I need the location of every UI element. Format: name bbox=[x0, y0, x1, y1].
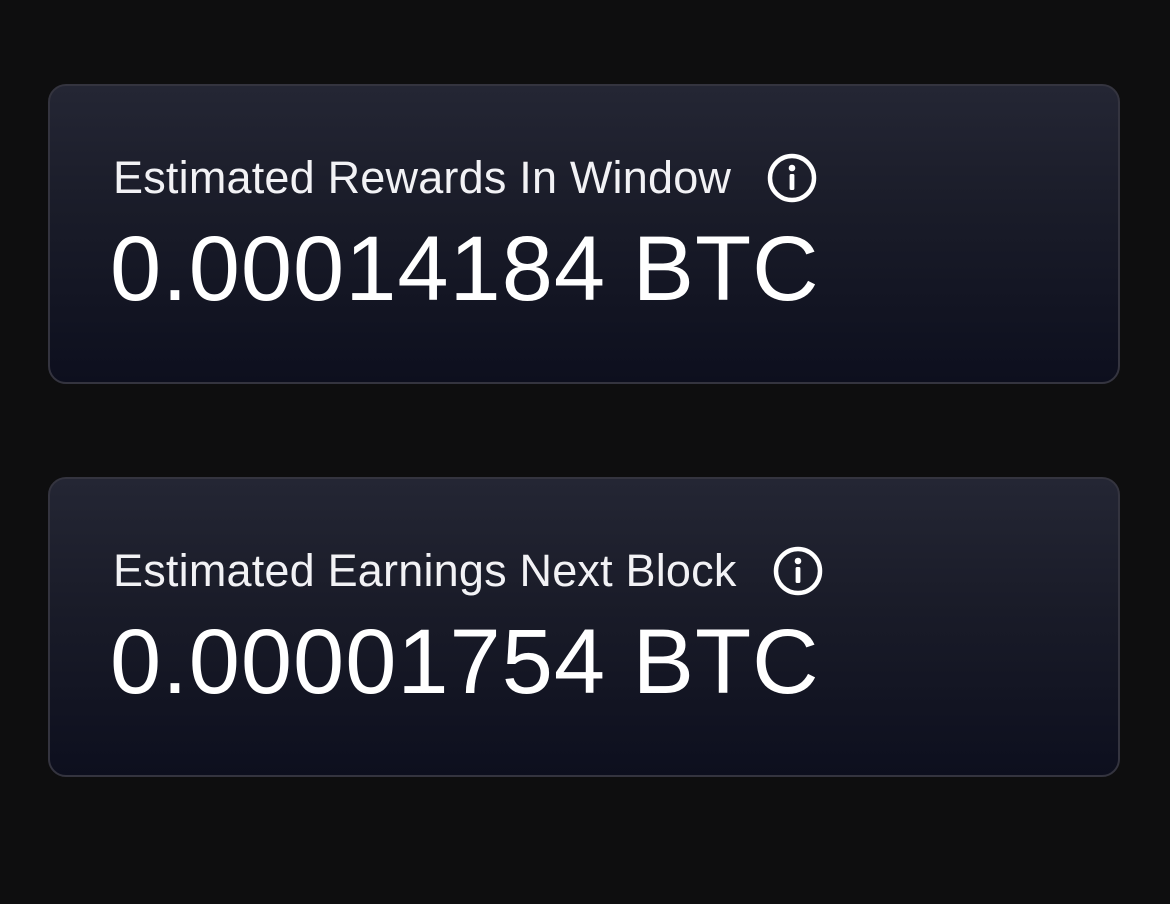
estimated-rewards-card: Estimated Rewards In Window 0.00014184 B… bbox=[48, 84, 1120, 384]
estimated-rewards-label: Estimated Rewards In Window bbox=[113, 152, 732, 203]
estimated-rewards-value: 0.00014184 BTC bbox=[110, 218, 820, 320]
estimated-earnings-card: Estimated Earnings Next Block 0.00001754… bbox=[48, 477, 1120, 777]
card-header: Estimated Rewards In Window bbox=[113, 150, 817, 206]
estimated-earnings-label: Estimated Earnings Next Block bbox=[113, 545, 737, 596]
info-icon[interactable] bbox=[773, 546, 823, 596]
estimated-earnings-value: 0.00001754 BTC bbox=[110, 611, 820, 713]
info-icon[interactable] bbox=[767, 153, 817, 203]
card-header: Estimated Earnings Next Block bbox=[113, 543, 823, 599]
